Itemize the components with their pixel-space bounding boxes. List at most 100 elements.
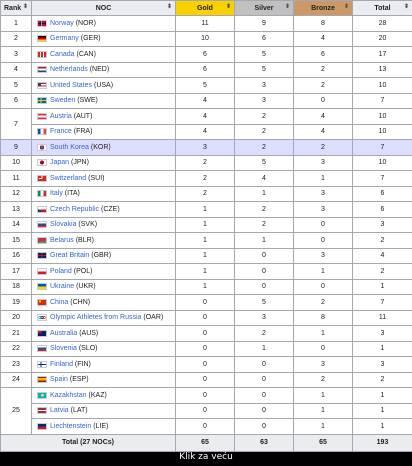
noc-cell: Australia (AUS)	[31, 325, 176, 342]
country-link[interactable]: Finland	[50, 361, 73, 368]
country-link[interactable]: Belarus	[50, 237, 74, 244]
noc-cell: Norway (NOR)	[31, 15, 176, 32]
gold-count: 0	[175, 356, 235, 373]
noc-cell: Poland (POL)	[31, 263, 176, 280]
country-link[interactable]: Austria	[50, 113, 72, 120]
country-link[interactable]: United States	[50, 82, 92, 89]
total-header[interactable]: Total ⬍	[352, 0, 412, 16]
gold-count: 10	[175, 30, 235, 47]
bronze-count: 6	[293, 46, 353, 63]
table-row: Liechtenstein (LIE) 0 0 1 1	[1, 418, 412, 435]
silver-count: 4	[234, 170, 294, 187]
silver-count: 2	[234, 123, 294, 140]
country-link[interactable]: Olympic Athletes from Russia	[50, 314, 141, 321]
bronze-count: 0	[293, 340, 353, 357]
rank-cell: 11	[0, 170, 32, 187]
spain-flag-icon	[37, 376, 47, 384]
bronze-header[interactable]: Bronze ⬍	[293, 0, 353, 16]
total-count: 1	[352, 402, 412, 419]
noc-code: (SLO)	[78, 345, 98, 353]
country-link[interactable]: Kazakhstan	[50, 392, 87, 399]
sweden-flag-icon	[37, 97, 47, 105]
silver-count: 2	[234, 201, 294, 218]
gold-count: 0	[175, 387, 235, 404]
bronze-count: 1	[293, 263, 353, 280]
noc-cell: Germany (GER)	[31, 30, 176, 47]
sort-arrows-icon[interactable]: ⬍	[285, 1, 290, 14]
country-link[interactable]: Germany	[50, 35, 79, 42]
country-link[interactable]: Poland	[50, 268, 72, 275]
country-link[interactable]: Ukraine	[50, 283, 74, 290]
country-link[interactable]: Italy	[50, 190, 63, 197]
country-link[interactable]: South Korea	[50, 144, 89, 151]
image-caption[interactable]: Klik za veću	[0, 449, 412, 466]
country-link[interactable]: Great Britain	[50, 252, 89, 259]
country-link[interactable]: Norway	[50, 20, 74, 27]
country-link[interactable]: Slovenia	[50, 345, 77, 352]
country-link[interactable]: Spain	[50, 376, 68, 383]
country-link[interactable]: France	[50, 128, 72, 135]
silver-count: 5	[234, 154, 294, 171]
country-link[interactable]: Slovakia	[50, 221, 76, 228]
bronze-count: 0	[293, 92, 353, 109]
silver-count: 0	[234, 387, 294, 404]
bronze-count: 1	[293, 418, 353, 435]
gold-count: 6	[175, 61, 235, 78]
country-link[interactable]: Japan	[50, 159, 69, 166]
table-row: Latvia (LAT) 0 0 1 1	[1, 402, 412, 419]
gold-count: 1	[175, 232, 235, 249]
country-link[interactable]: Latvia	[50, 407, 69, 414]
noc-cell: Slovenia (SLO)	[31, 340, 176, 357]
south-korea-flag-icon	[37, 143, 47, 151]
noc-header[interactable]: NOC ⬍	[31, 0, 176, 16]
sort-arrows-icon[interactable]: ⬍	[23, 1, 28, 14]
noc-cell: Canada (CAN)	[31, 46, 176, 63]
switzerland-flag-icon	[37, 174, 47, 182]
noc-cell: Olympic Athletes from Russia (OAR)	[31, 309, 176, 326]
country-link[interactable]: Australia	[50, 330, 77, 337]
silver-header[interactable]: Silver ⬍	[234, 0, 294, 16]
noc-code: (SVK)	[78, 221, 98, 229]
country-link[interactable]: Netherlands	[50, 66, 88, 73]
country-link[interactable]: Canada	[50, 51, 75, 58]
rank-cell: 2	[0, 30, 32, 47]
noc-code: (UKR)	[76, 283, 96, 291]
total-count: 2	[352, 263, 412, 280]
country-link[interactable]: China	[50, 299, 68, 306]
country-link[interactable]: Switzerland	[50, 175, 86, 182]
sort-arrows-icon[interactable]: ⬍	[404, 1, 409, 14]
silver-count: 0	[234, 278, 294, 295]
total-count: 6	[352, 201, 412, 218]
sort-arrows-icon[interactable]: ⬍	[344, 1, 349, 14]
country-link[interactable]: Liechtenstein	[50, 423, 91, 430]
canada-flag-icon	[37, 50, 47, 58]
noc-code: (FIN)	[74, 360, 91, 368]
noc-code: (LAT)	[70, 407, 88, 415]
silver-count: 3	[234, 309, 294, 326]
italy-flag-icon	[37, 190, 47, 198]
gold-count: 4	[175, 92, 235, 109]
table-row: 17 Poland (POL) 1 0 1 2	[0, 263, 412, 280]
bronze-count: 1	[293, 402, 353, 419]
gold-count: 5	[175, 77, 235, 94]
table-row: 3 Canada (CAN) 6 5 6 17	[0, 46, 412, 63]
rank-cell: 21	[0, 325, 32, 342]
sort-arrows-icon[interactable]: ⬍	[226, 1, 231, 14]
rank-header[interactable]: Rank ⬍	[0, 0, 32, 16]
bronze-count: 0	[293, 216, 353, 233]
table-row: 9 South Korea (KOR) 3 2 2 7	[0, 139, 412, 156]
gold-count: 1	[175, 247, 235, 264]
noc-code: (ESP)	[69, 376, 89, 384]
silver-count: 0	[234, 371, 294, 388]
slovakia-flag-icon	[37, 221, 47, 229]
country-link[interactable]: Czech Republic	[50, 206, 99, 213]
gold-count: 0	[175, 340, 235, 357]
gold-count: 4	[175, 123, 235, 140]
country-link[interactable]: Sweden	[50, 97, 75, 104]
noc-cell: Switzerland (SUI)	[31, 170, 176, 187]
gold-header[interactable]: Gold ⬍	[175, 0, 235, 16]
table-row: France (FRA) 4 2 4 10	[1, 123, 412, 140]
noc-code: (KAZ)	[88, 391, 107, 399]
rank-cell: 3	[0, 46, 32, 63]
sort-arrows-icon[interactable]: ⬍	[167, 1, 172, 14]
